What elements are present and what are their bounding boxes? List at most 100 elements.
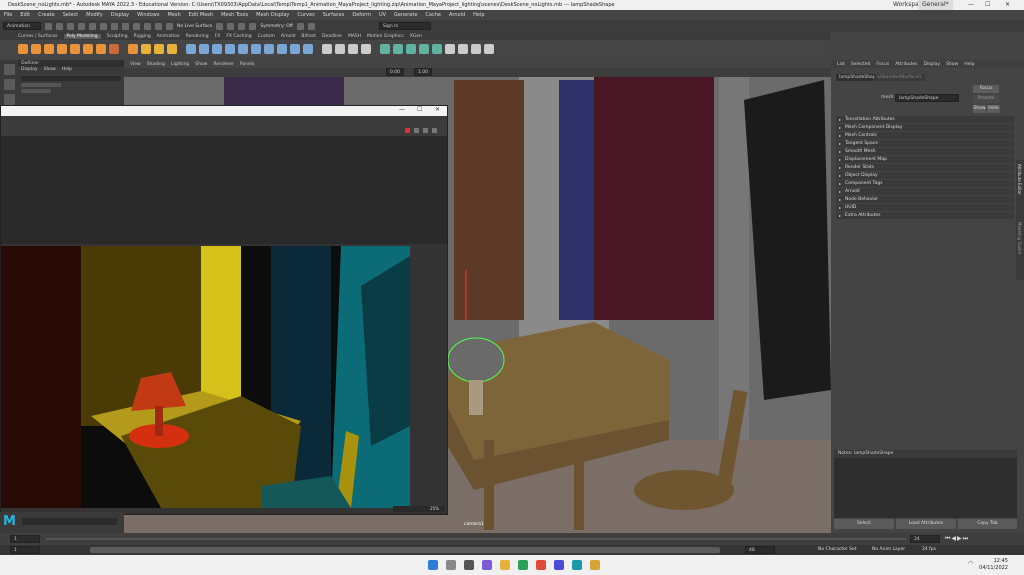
menu-cache[interactable]: Cache [425, 12, 441, 18]
bevel-icon[interactable] [277, 44, 287, 54]
shelf-tab-xgen[interactable]: XGen [410, 34, 422, 39]
select-object-icon[interactable] [111, 22, 118, 30]
poly-sphere-icon[interactable] [18, 44, 28, 54]
lasso-tool-icon[interactable] [3, 79, 15, 90]
menu-arnold[interactable]: Arnold [449, 12, 465, 18]
snap-point-icon[interactable] [155, 22, 162, 30]
menu-edit-mesh[interactable]: Edit Mesh [189, 12, 213, 18]
section-component-tags[interactable]: Component Tags [836, 180, 1014, 187]
menu-display[interactable]: Display [111, 12, 129, 18]
fill-hole-icon[interactable] [290, 44, 300, 54]
outliner-menu-display[interactable]: Display [21, 67, 38, 74]
render-zoom-field[interactable]: 25% [393, 506, 445, 512]
gamma-field[interactable]: 1.00 [414, 68, 432, 76]
fps-select[interactable]: 24 fps [922, 547, 936, 552]
shelf-tab-animation[interactable]: Animation [157, 34, 180, 39]
shelf-tab-arnold[interactable]: Arnold [281, 34, 296, 39]
shelf-tab-rendering[interactable]: Rendering [186, 34, 209, 39]
render-close-icon[interactable]: ✕ [435, 106, 440, 113]
poly-cone-icon[interactable] [57, 44, 67, 54]
select-button[interactable]: Select [834, 519, 894, 529]
poly-cylinder-icon[interactable] [44, 44, 54, 54]
viewport-menu-view[interactable]: View [130, 62, 141, 67]
load-attributes-button[interactable]: Load Attributes [896, 519, 956, 529]
boolean-icon[interactable] [225, 44, 235, 54]
type-icon[interactable] [154, 44, 164, 54]
unfold-icon[interactable] [471, 44, 481, 54]
tab-aistandardsurface1[interactable]: aiStandardSurface1 [874, 74, 925, 81]
teams-icon[interactable] [554, 560, 564, 570]
menu-file[interactable]: File [4, 12, 12, 18]
menu-curves[interactable]: Curves [297, 12, 314, 18]
combine-icon[interactable] [186, 44, 196, 54]
wifi-icon[interactable]: ◠ [968, 560, 973, 567]
viewport-menu-show[interactable]: Show [195, 62, 207, 67]
section-uuid[interactable]: UUID [836, 204, 1014, 211]
viewport-menu-lighting[interactable]: Lighting [171, 62, 189, 67]
render-settings-icon[interactable] [249, 22, 257, 30]
mel-command-input[interactable] [22, 518, 117, 525]
section-mesh-component-display[interactable]: Mesh Component Display [836, 124, 1014, 131]
connect-icon[interactable] [348, 44, 358, 54]
uv-editor-icon[interactable] [380, 44, 390, 54]
redo-icon[interactable] [89, 22, 96, 30]
range-start-field[interactable]: 1 [10, 546, 40, 554]
settings-icon[interactable] [432, 128, 437, 133]
snap-surface-icon[interactable] [166, 22, 173, 30]
platonic-icon[interactable] [109, 44, 119, 54]
planar-map-icon[interactable] [393, 44, 403, 54]
shelf-tab-fx[interactable]: FX [215, 34, 221, 39]
mesh-name-field[interactable]: lampShadeShape [895, 94, 959, 102]
ae-menu-focus[interactable]: Focus [876, 62, 889, 67]
menu-mesh[interactable]: Mesh [167, 12, 180, 18]
open-scene-icon[interactable] [56, 22, 63, 30]
menu-edit[interactable]: Edit [20, 12, 30, 18]
shelf-tab-deadline[interactable]: Deadline [322, 34, 342, 39]
render-view-titlebar[interactable]: — ☐ ✕ [1, 106, 447, 116]
poly-torus-icon[interactable] [70, 44, 80, 54]
snapshot-icon[interactable] [423, 128, 428, 133]
folder-icon[interactable] [590, 560, 600, 570]
ae-menu-display[interactable]: Display [923, 62, 940, 67]
time-slider[interactable]: 1 24 ⏮◀▶⏭ [0, 533, 1024, 545]
focus-button[interactable]: Focus [973, 85, 999, 93]
show-button[interactable]: Show [973, 105, 986, 113]
shelf-tab-motion-graphics[interactable]: Motion Graphics [367, 34, 404, 39]
menu-windows[interactable]: Windows [137, 12, 159, 18]
start-icon[interactable] [428, 560, 438, 570]
render-frame-icon[interactable] [227, 22, 235, 30]
viewport-menu-renderer[interactable]: Renderer [213, 62, 234, 67]
select-tool-icon[interactable] [3, 64, 15, 75]
poly-cube-icon[interactable] [31, 44, 41, 54]
maya-app-icon[interactable] [572, 560, 582, 570]
quad-draw-icon[interactable] [361, 44, 371, 54]
menu-create[interactable]: Create [38, 12, 55, 18]
chat-icon[interactable] [482, 560, 492, 570]
section-tessellation-attributes[interactable]: Tessellation Attributes [836, 116, 1014, 123]
section-mesh-controls[interactable]: Mesh Controls [836, 132, 1014, 139]
extrude-icon[interactable] [251, 44, 261, 54]
menu-mesh-display[interactable]: Mesh Display [256, 12, 289, 18]
section-arnold[interactable]: Arnold [836, 188, 1014, 195]
shelf-tab-bifrost[interactable]: Bifrost [301, 34, 316, 39]
menu-mesh-tools[interactable]: Mesh Tools [221, 12, 248, 18]
menu-uv[interactable]: UV [379, 12, 386, 18]
snap-grid-icon[interactable] [133, 22, 140, 30]
menu-deform[interactable]: Deform [352, 12, 371, 18]
menu-generate[interactable]: Generate [394, 12, 417, 18]
task-view-icon[interactable] [464, 560, 474, 570]
shelf-tab-poly-modeling[interactable]: Poly Modeling [63, 33, 101, 39]
smooth-icon[interactable] [212, 44, 222, 54]
section-extra-attributes[interactable]: Extra Attributes [836, 212, 1014, 219]
system-clock[interactable]: 12:45 04/11/2022 [979, 558, 1008, 572]
menu-surfaces[interactable]: Surfaces [323, 12, 345, 18]
svg-icon[interactable] [167, 44, 177, 54]
poly-disc-icon[interactable] [96, 44, 106, 54]
sign-in-select[interactable]: Sign In [378, 22, 431, 30]
live-surface-label[interactable]: No Live Surface [177, 24, 212, 29]
section-tangent-space[interactable]: Tangent Space [836, 140, 1014, 147]
ipr-render-icon[interactable] [238, 22, 246, 30]
construction-history-icon[interactable] [216, 22, 224, 30]
shelf-tab-fx-caching[interactable]: FX Caching [226, 34, 251, 39]
range-end-field[interactable]: 48 [745, 546, 775, 554]
